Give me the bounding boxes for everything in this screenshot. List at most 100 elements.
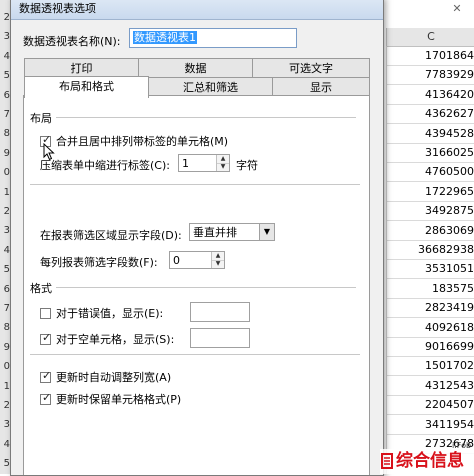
row-number[interactable]: 1	[0, 183, 10, 202]
row-number[interactable]: 2	[0, 396, 10, 415]
empty-cell-checkbox[interactable]: ✓	[40, 331, 52, 345]
row-number[interactable]: 1	[0, 377, 10, 396]
indent-spinner[interactable]: 1 ▲ ▼	[178, 154, 230, 172]
row-number[interactable]: 0	[0, 163, 10, 182]
filter-area-value: 垂直并排	[193, 226, 237, 239]
row-number[interactable]: 2	[0, 202, 10, 221]
spin-down-icon[interactable]: ▼	[217, 163, 229, 171]
row-number[interactable]: 6	[0, 86, 10, 105]
table-cell[interactable]: 3411954	[387, 415, 474, 435]
table-cell[interactable]: 2863069	[387, 221, 474, 241]
error-value-input[interactable]	[190, 302, 250, 322]
row-number[interactable]: 2	[0, 8, 10, 27]
layout-section-title: 布局	[30, 112, 52, 125]
dialog-titlebar[interactable]: 数据透视表选项	[11, 0, 383, 20]
watermark-sub: i.Fob	[452, 441, 472, 450]
pivot-name-label: 数据透视表名称(N):	[23, 35, 121, 48]
table-cell[interactable]: 9016699	[387, 337, 474, 357]
check-icon: ✓	[42, 331, 52, 344]
row-number[interactable]: 5	[0, 260, 10, 279]
tab-totals-filters[interactable]: 汇总和筛选	[148, 77, 273, 96]
tab-alt-text[interactable]: 可选文字	[252, 58, 370, 77]
row-number[interactable]: 7	[0, 105, 10, 124]
table-cell[interactable]: 4312543	[387, 376, 474, 396]
sheet-close-icon[interactable]: ✕	[446, 2, 468, 16]
row-number[interactable]: 4	[0, 241, 10, 260]
check-icon: ✓	[42, 369, 52, 382]
table-cell[interactable]: 4136420	[387, 85, 474, 105]
row-number[interactable]: 5	[0, 66, 10, 85]
row-number[interactable]: 9	[0, 338, 10, 357]
table-cell[interactable]: 4760500	[387, 162, 474, 183]
layout-section-separator	[56, 117, 356, 118]
check-icon: ✓	[42, 391, 52, 404]
table-cell[interactable]: 1722965	[387, 182, 474, 202]
row-number[interactable]: 3	[0, 221, 10, 240]
indent-label: 压缩表单中缩进行标签(C):	[40, 159, 170, 172]
filter-per-col-spinner[interactable]: 0 ▲ ▼	[169, 251, 225, 269]
filter-per-col-value: 0	[173, 254, 180, 267]
table-cell[interactable]: 1501702	[387, 356, 474, 377]
watermark-text: 综合信息	[396, 451, 464, 471]
table-cell[interactable]: 183575	[387, 279, 474, 299]
error-value-checkbox[interactable]	[40, 308, 51, 319]
spin-down-icon[interactable]: ▼	[212, 260, 224, 268]
error-value-label: 对于错误值，显示(E):	[56, 307, 164, 320]
table-cell[interactable]: 2204507	[387, 395, 474, 416]
autofit-label: 更新时自动调整列宽(A)	[56, 371, 172, 384]
tab-panel-layout-format: 布局 ✓ 合并且居中排列带标签的单元格(M) 压缩表单中缩进行标签(C): 1 …	[23, 95, 370, 475]
empty-cell-label: 对于空单元格，显示(S):	[56, 333, 175, 346]
tab-data-label: 数据	[184, 62, 207, 75]
row-number[interactable]: 6	[0, 280, 10, 299]
row-number[interactable]: 7	[0, 299, 10, 318]
indent-spin-buttons[interactable]: ▲ ▼	[216, 155, 229, 171]
tab-print-label: 打印	[70, 62, 93, 75]
table-cell[interactable]: 4092618	[387, 318, 474, 338]
tab-data[interactable]: 数据	[138, 58, 253, 77]
table-cell[interactable]: 4394528	[387, 124, 474, 144]
table-cell[interactable]: 3531051	[387, 259, 474, 280]
tab-layout-format[interactable]: 布局和格式	[24, 76, 149, 98]
separator-1	[30, 184, 360, 185]
table-cell[interactable]: 4362627	[387, 104, 474, 125]
row-number[interactable]: 3	[0, 27, 10, 46]
row-number[interactable]: 0	[0, 357, 10, 376]
separator-2	[30, 354, 360, 355]
table-cell[interactable]: 3492875	[387, 201, 474, 222]
table-cell[interactable]: 1701864	[387, 46, 474, 66]
row-number[interactable]: 3	[0, 415, 10, 434]
pivot-name-input[interactable]: 数据透视表1	[129, 28, 297, 48]
table-cell[interactable]: 7783929	[387, 65, 474, 86]
filter-per-col-spin-buttons[interactable]: ▲ ▼	[211, 252, 224, 268]
row-number[interactable]: 8	[0, 124, 10, 143]
table-cell[interactable]: 36682938	[387, 240, 474, 260]
preserve-format-checkbox[interactable]: ✓	[40, 391, 52, 405]
indent-value: 1	[182, 157, 189, 170]
preserve-format-label: 更新时保留单元格格式(P)	[56, 393, 182, 406]
column-header-c[interactable]: C	[386, 28, 474, 47]
tab-print[interactable]: 打印	[24, 58, 139, 77]
mouse-pointer-icon	[43, 143, 55, 161]
filter-area-select[interactable]: 垂直并排 ▼	[189, 223, 275, 241]
row-number[interactable]: 4	[0, 47, 10, 66]
table-cell[interactable]: 3166025	[387, 143, 474, 163]
row-number[interactable]: 9	[0, 144, 10, 163]
filter-area-label: 在报表筛选区域显示字段(D):	[40, 229, 182, 242]
chevron-down-icon[interactable]: ▼	[259, 224, 274, 240]
autofit-checkbox[interactable]: ✓	[40, 369, 52, 383]
tab-display[interactable]: 显示	[272, 77, 370, 96]
row-number[interactable]: 5	[0, 454, 10, 473]
row-number[interactable]: 4	[0, 435, 10, 454]
empty-cell-input[interactable]	[190, 328, 250, 348]
filter-per-col-label: 每列报表筛选字段数(F):	[40, 256, 158, 269]
format-section-separator	[56, 287, 356, 288]
row-number[interactable]: 8	[0, 318, 10, 337]
dialog-title: 数据透视表选项	[19, 2, 96, 15]
table-cell[interactable]: 2823419	[387, 298, 474, 319]
pivot-name-value: 数据透视表1	[133, 31, 197, 44]
pivot-options-dialog: 数据透视表选项 数据透视表名称(N): 数据透视表1 打印 数据 可选文字 布局…	[10, 0, 384, 476]
merge-center-label: 合并且居中排列带标签的单元格(M)	[56, 135, 229, 148]
watermark: 综合信息	[380, 449, 474, 474]
format-section-title: 格式	[30, 282, 52, 295]
watermark-logo-icon	[381, 453, 393, 469]
